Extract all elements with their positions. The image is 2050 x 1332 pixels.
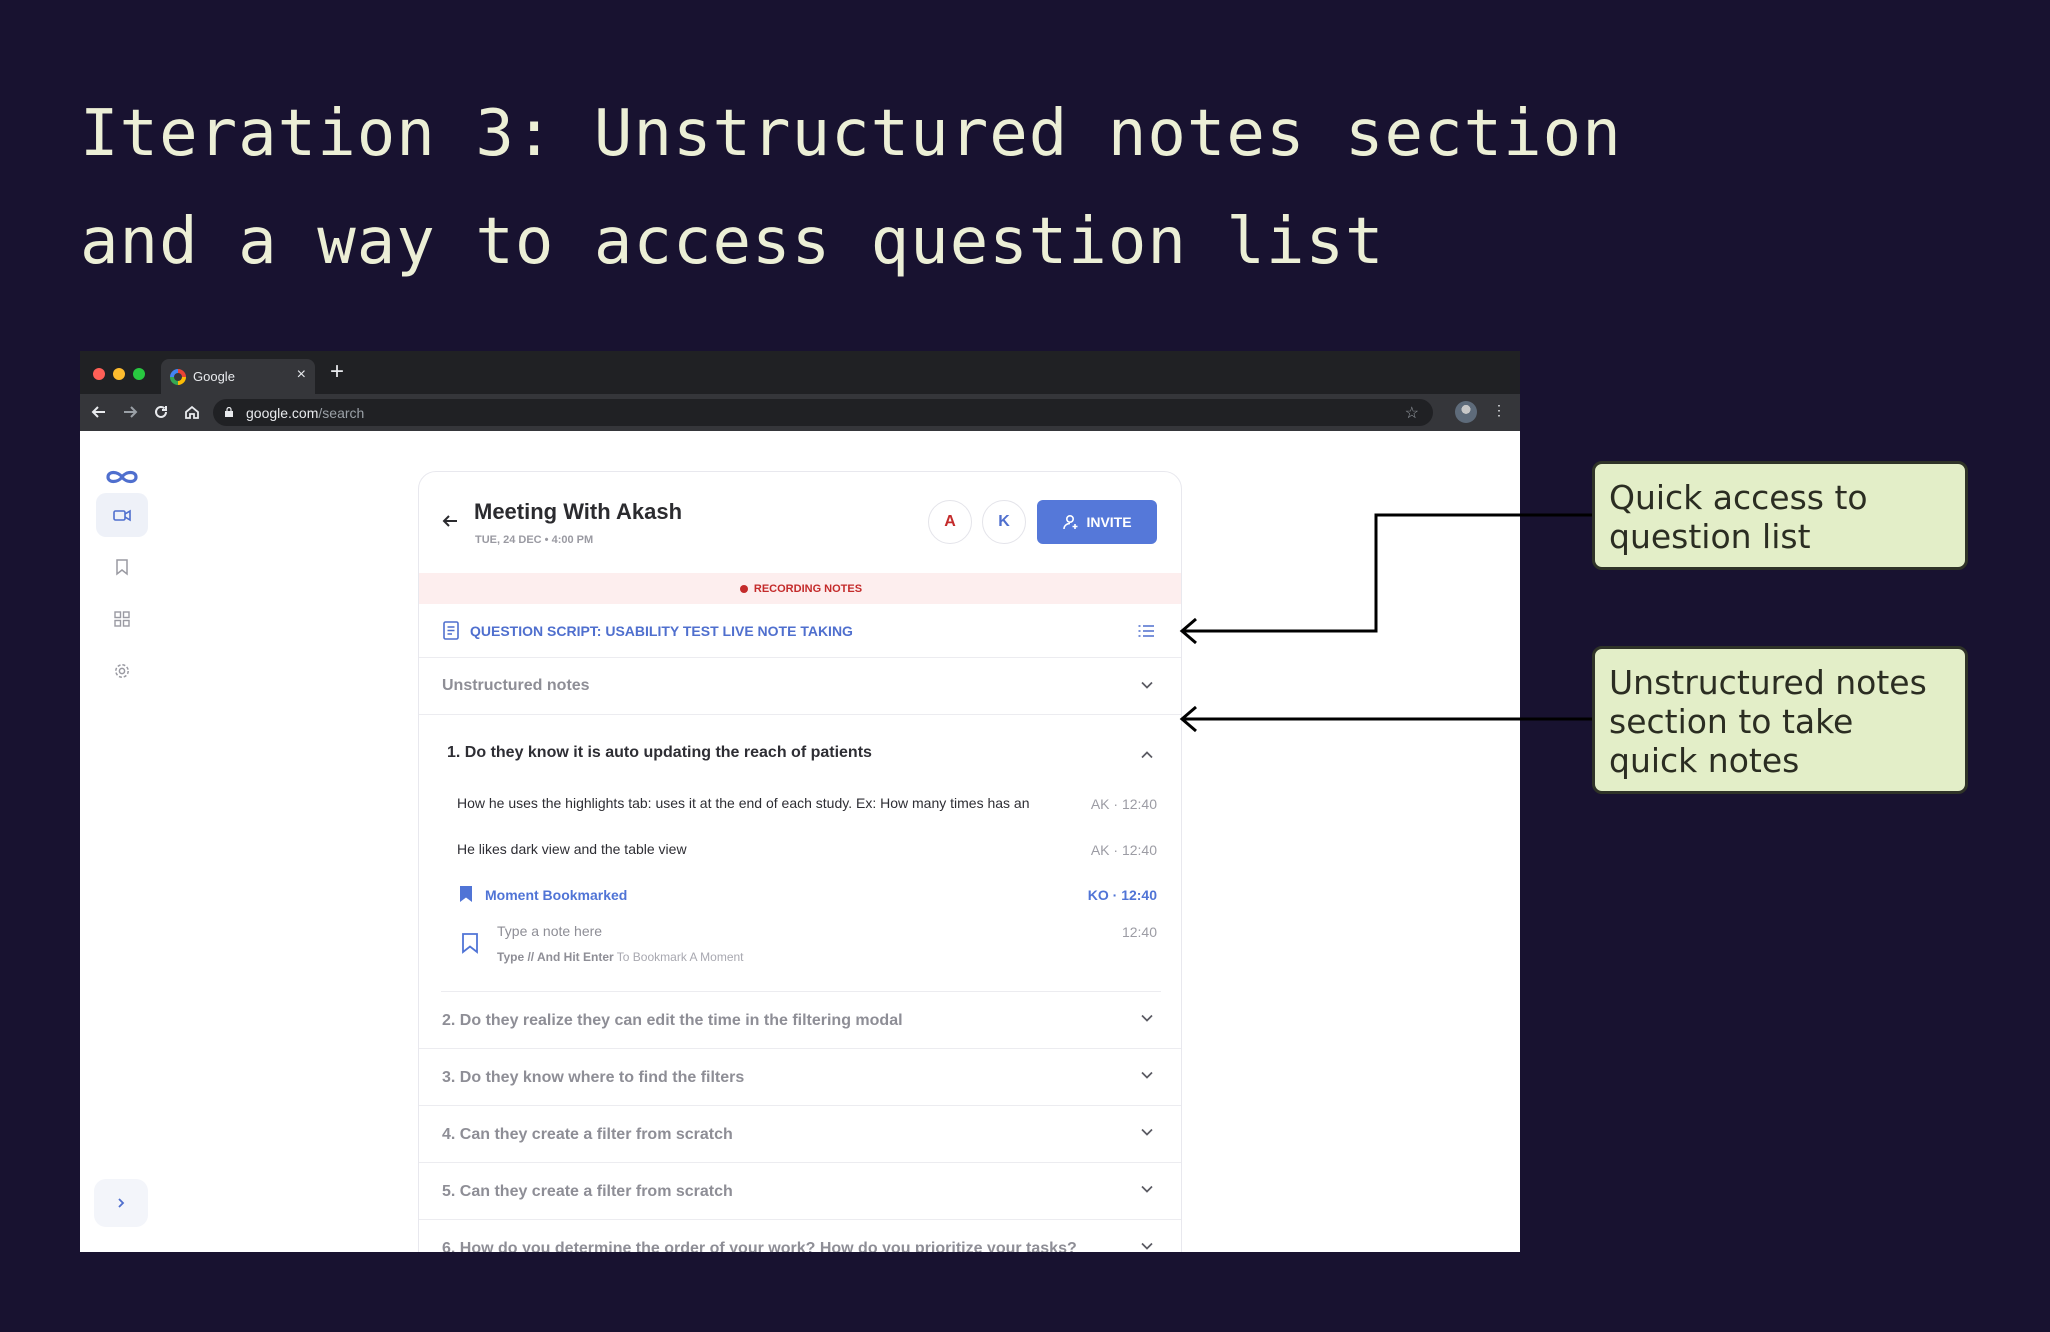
connector-line-question-list [1182, 513, 1592, 633]
annotation-question-list: Quick access to question list [1592, 461, 1968, 570]
annotation-unstructured-notes: Unstructured notes section to take quick… [1592, 646, 1968, 794]
